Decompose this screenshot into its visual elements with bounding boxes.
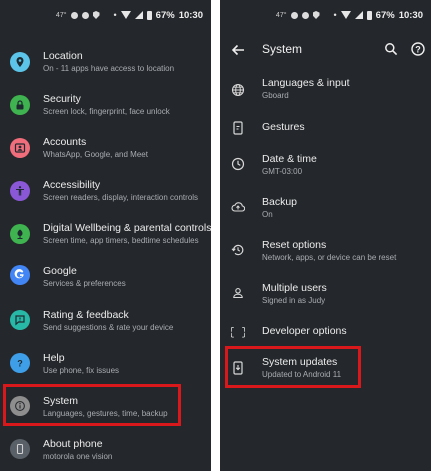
person-icon [230,285,246,301]
location-pin-icon [10,52,30,72]
notification-icon [81,11,89,19]
highlight-box-system-updates [225,346,361,388]
settings-item-location[interactable]: Location On - 11 apps have access to loc… [0,45,211,88]
feedback-icon [10,310,30,330]
system-item-title: Gestures [262,121,305,133]
battery-percent: 67% [155,9,175,21]
system-item-subtitle: Signed in as Judy [262,296,326,305]
status-bar: 47° • 67% 10:30 [56,8,203,22]
globe-icon [230,82,246,98]
settings-item-rating-feedback[interactable]: Rating & feedback Send suggestions & rat… [0,304,211,347]
settings-item-subtitle: Use phone, fix issues [43,366,120,375]
clock-time: 10:30 [398,9,423,21]
code-braces-icon: { } [230,323,246,339]
cloud-upload-icon [230,199,246,215]
system-item-title: Developer options [262,325,347,337]
settings-item-digital-wellbeing[interactable]: Digital Wellbeing & parental controls Sc… [0,217,211,260]
page-title: System [262,42,303,56]
system-item-title: Backup [262,196,298,208]
battery-icon [146,10,152,20]
settings-item-title: Accessibility [43,179,101,191]
account-icon [10,138,30,158]
battery-icon [366,10,372,20]
settings-item-subtitle: Screen lock, fingerprint, face unlock [43,107,170,116]
settings-item-title: Security [43,93,81,105]
system-item-subtitle: On [262,210,273,219]
dot-icon: • [113,10,117,20]
settings-item-subtitle: On - 11 apps have access to location [43,64,175,73]
wellbeing-icon [10,224,30,244]
settings-item-title: Rating & feedback [43,309,129,321]
system-item-title: Multiple users [262,282,327,294]
phone-icon [10,439,30,459]
settings-item-subtitle: Screen time, app timers, bedtime schedul… [43,236,199,245]
system-item-developer-options[interactable]: { } Developer options [220,322,431,344]
settings-item-subtitle: Screen readers, display, interaction con… [43,193,199,202]
system-item-date-time[interactable]: Date & time GMT-03:00 [220,150,431,186]
clock-icon [230,156,246,172]
history-icon [230,242,246,258]
settings-item-about-phone[interactable]: About phone motorola one vision [0,433,211,471]
settings-item-title: About phone [43,438,103,450]
settings-item-title: Location [43,50,83,62]
svg-text:?: ? [415,45,421,55]
accessibility-icon [10,181,30,201]
notification-icon [301,11,309,19]
lock-icon [10,95,30,115]
settings-item-title: Google [43,265,77,277]
back-arrow-icon[interactable] [230,42,246,58]
svg-text:?: ? [17,359,23,369]
settings-item-accounts[interactable]: Accounts WhatsApp, Google, and Meet [0,131,211,174]
system-item-title: Reset options [262,239,327,251]
shield-icon [92,11,100,19]
system-item-subtitle: GMT-03:00 [262,167,303,176]
notification-icon [290,11,298,19]
system-item-title: Languages & input [262,77,350,89]
system-item-subtitle: Network, apps, or device can be reset [262,253,397,262]
settings-item-accessibility[interactable]: Accessibility Screen readers, display, i… [0,174,211,217]
settings-item-subtitle: Services & preferences [43,279,126,288]
signal-icon [354,11,363,19]
signal-icon [134,11,143,19]
system-screen: 47° • 67% 10:30 System ? Languages & inp… [220,0,431,471]
settings-item-title: Help [43,352,65,364]
settings-screen: 47° • 67% 10:30 Location On - 11 apps ha… [0,0,211,471]
system-item-gestures[interactable]: Gestures [220,117,431,141]
clock-time: 10:30 [178,9,203,21]
system-item-backup[interactable]: Backup On [220,193,431,229]
svg-text:{ }: { } [231,327,245,338]
settings-item-title: Accounts [43,136,87,148]
highlight-box-system [3,384,181,426]
status-bar: 47° • 67% 10:30 [276,8,423,22]
google-icon [10,265,30,285]
settings-item-title: Digital Wellbeing & parental controls [43,222,211,234]
settings-item-subtitle: Send suggestions & rate your device [43,323,174,332]
help-icon[interactable]: ? [411,42,425,56]
system-item-title: Date & time [262,153,317,165]
temperature-text: 47° [275,11,287,19]
system-item-multiple-users[interactable]: Multiple users Signed in as Judy [220,279,431,315]
system-item-reset-options[interactable]: Reset options Network, apps, or device c… [220,236,431,272]
gesture-phone-icon [230,120,246,136]
wifi-icon [340,11,351,19]
dot-icon: • [333,10,337,20]
battery-percent: 67% [375,9,395,21]
search-icon[interactable] [384,42,398,56]
wifi-icon [120,11,131,19]
help-icon: ? [10,353,30,373]
settings-item-google[interactable]: Google Services & preferences [0,260,211,303]
notification-icon [70,11,78,19]
settings-item-security[interactable]: Security Screen lock, fingerprint, face … [0,88,211,131]
system-item-subtitle: Gboard [262,91,289,100]
temperature-text: 47° [55,11,67,19]
shield-icon [312,11,320,19]
settings-item-subtitle: motorola one vision [43,452,113,461]
system-item-languages-input[interactable]: Languages & input Gboard [220,73,431,109]
settings-item-subtitle: WhatsApp, Google, and Meet [43,150,148,159]
